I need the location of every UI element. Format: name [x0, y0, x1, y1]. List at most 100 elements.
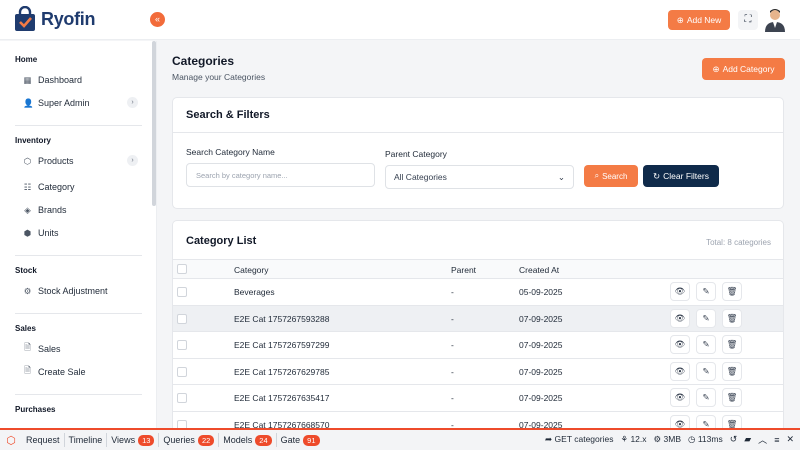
tab-label: Queries: [163, 435, 195, 445]
debug-metrics: ➦ GET categories ⚘ 12.x ⚙ 3MB ◷ 113ms ↺ …: [545, 433, 794, 446]
view-button[interactable]: 👁: [670, 282, 690, 301]
created-at-cell: 07-09-2025: [519, 340, 563, 350]
brand-logo[interactable]: Ryofin: [14, 6, 96, 32]
sidebar-item-products[interactable]: ⬡ Products ›: [23, 152, 138, 170]
add-new-button[interactable]: ⊕ Add New: [668, 10, 730, 30]
search-button[interactable]: ⌕ Search: [584, 165, 638, 187]
edit-button[interactable]: ✎: [696, 361, 716, 381]
view-button[interactable]: 👁: [670, 308, 690, 328]
sidebar-item-label: Products: [38, 156, 74, 166]
debug-tab-queries[interactable]: Queries 22: [159, 433, 220, 447]
search-button-label: Search: [602, 171, 628, 181]
sidebar-item-create-sale[interactable]: 🗎 Create Sale: [23, 363, 138, 381]
table-row[interactable]: Beverages - 05-09-2025 👁 ✎ 🗑: [173, 279, 783, 306]
page-subtitle: Manage your Categories: [172, 72, 266, 82]
delete-button[interactable]: 🗑: [722, 388, 742, 407]
clear-filters-button[interactable]: ↻ Clear Filters: [643, 165, 719, 187]
trash-icon: 🗑: [726, 339, 738, 349]
box-icon: ⬡: [23, 155, 32, 166]
add-new-label: Add New: [686, 15, 722, 25]
sidebar-collapse-button[interactable]: «: [150, 12, 165, 27]
adjust-icon: ⚙: [23, 285, 32, 296]
fullscreen-button[interactable]: ⛶: [738, 10, 758, 30]
view-button[interactable]: 👁: [670, 361, 690, 381]
parent-cell: -: [451, 340, 454, 350]
framework-logo-icon[interactable]: ⬡: [0, 434, 22, 447]
sidebar-item-stock-adjustment[interactable]: ⚙ Stock Adjustment: [23, 282, 138, 300]
created-at-cell: 07-09-2025: [519, 313, 563, 324]
memory-info: ⚙ 3MB: [654, 434, 681, 445]
tab-label: Views: [111, 435, 136, 445]
category-name-search-input[interactable]: Search by category name...: [186, 163, 375, 187]
row-checkbox[interactable]: [177, 340, 187, 350]
version-info: ⚘ 12.x: [620, 434, 646, 445]
add-category-button[interactable]: ⊕ Add Category: [702, 58, 785, 80]
chevron-right-icon: ›: [127, 97, 138, 108]
document-icon: 🗎: [24, 342, 31, 352]
delete-button[interactable]: 🗑: [722, 308, 742, 328]
list-title: Category List: [186, 235, 257, 247]
user-avatar[interactable]: [764, 8, 786, 32]
parent-category-label: Parent Category: [385, 149, 447, 159]
row-checkbox[interactable]: [177, 393, 187, 403]
debug-tab-views[interactable]: Views 13: [107, 433, 160, 447]
expand-icon: ⛶: [744, 14, 752, 25]
select-all-checkbox[interactable]: [177, 264, 187, 274]
sidebar-section-sales: Sales: [15, 324, 36, 333]
debug-tab-models[interactable]: Models 24: [219, 433, 277, 447]
plus-circle-icon: ⊕: [712, 63, 720, 74]
delete-button[interactable]: 🗑: [722, 361, 742, 381]
route-info[interactable]: ➦ GET categories: [545, 434, 613, 445]
edit-button[interactable]: ✎: [696, 282, 716, 301]
eye-icon: 👁: [674, 365, 686, 376]
column-header-category: Category: [234, 265, 269, 275]
tab-label: Request: [26, 435, 60, 445]
sidebar-item-label: Super Admin: [38, 98, 90, 108]
sidebar-item-dashboard[interactable]: ▦ Dashboard: [23, 71, 138, 89]
delete-button[interactable]: 🗑: [722, 282, 742, 301]
category-cell: E2E Cat 1757267593288: [234, 313, 330, 324]
divider: [15, 394, 142, 395]
sidebar-item-sales[interactable]: 🗎 Sales: [23, 340, 138, 358]
sidebar-item-brands[interactable]: ◈ Brands: [23, 201, 138, 219]
plus-circle-icon: ⊕: [676, 14, 684, 25]
created-at-cell: 07-09-2025: [519, 393, 563, 403]
table-row[interactable]: E2E Cat 1757267629785 - 07-09-2025 👁 ✎ 🗑: [173, 359, 783, 385]
debug-tab-timeline[interactable]: Timeline: [65, 433, 108, 447]
sidebar-item-label: Category: [38, 182, 75, 192]
route-text: GET categories: [554, 434, 614, 444]
view-button[interactable]: 👁: [670, 335, 690, 354]
row-checkbox[interactable]: [177, 287, 187, 297]
settings-sliders-icon[interactable]: ≡: [774, 435, 779, 445]
sidebar-scrollbar[interactable]: [152, 41, 156, 206]
row-checkbox[interactable]: [177, 366, 187, 377]
cogs-icon: ⚙: [653, 434, 662, 444]
row-checkbox[interactable]: [177, 313, 187, 324]
parent-category-select[interactable]: All Categories ⌄: [385, 165, 574, 189]
view-button[interactable]: 👁: [670, 388, 690, 407]
created-at-cell: 07-09-2025: [519, 366, 563, 377]
sidebar-item-label: Brands: [38, 205, 67, 215]
edit-button[interactable]: ✎: [696, 335, 716, 354]
version-icon: ⚘: [620, 434, 629, 444]
close-icon[interactable]: ✕: [786, 434, 794, 445]
history-icon[interactable]: ↺: [730, 434, 738, 445]
debug-tab-request[interactable]: Request: [22, 433, 65, 447]
edit-button[interactable]: ✎: [696, 308, 716, 328]
sidebar-item-category[interactable]: ☷ Category: [23, 178, 138, 196]
category-name-label: Search Category Name: [186, 147, 275, 157]
debug-tab-gate[interactable]: Gate 91: [277, 433, 324, 447]
edit-icon: ✎: [702, 365, 710, 376]
edit-button[interactable]: ✎: [696, 388, 716, 407]
table-row[interactable]: E2E Cat 1757267597299 - 07-09-2025 👁 ✎ 🗑: [173, 332, 783, 359]
table-row[interactable]: E2E Cat 1757267635417 - 07-09-2025 👁 ✎ 🗑: [173, 385, 783, 412]
sidebar-item-units[interactable]: ⬢ Units: [23, 224, 138, 242]
folder-icon[interactable]: ▰: [744, 434, 751, 445]
sidebar-item-super-admin[interactable]: 👤 Super Admin ›: [23, 94, 138, 112]
time-info: ◷ 113ms: [688, 434, 723, 445]
delete-button[interactable]: 🗑: [722, 335, 742, 354]
table-row[interactable]: E2E Cat 1757267593288 - 07-09-2025 👁 ✎ 🗑: [173, 305, 783, 332]
tab-label: Gate: [280, 435, 301, 445]
chevron-up-icon[interactable]: ︿: [758, 433, 767, 446]
column-header-created-at: Created At: [519, 265, 560, 275]
